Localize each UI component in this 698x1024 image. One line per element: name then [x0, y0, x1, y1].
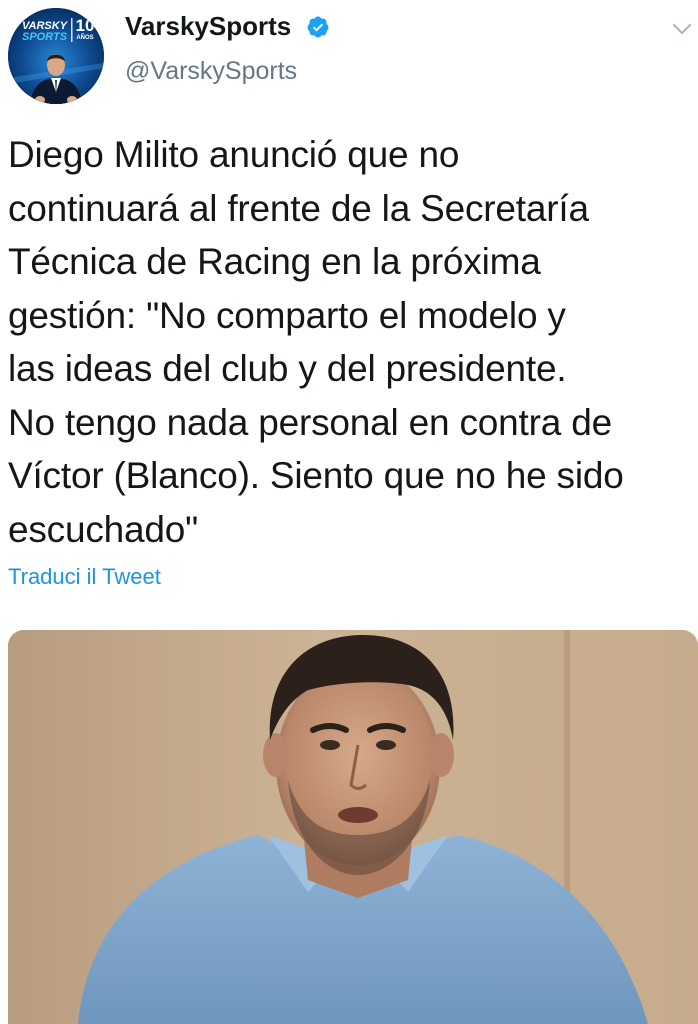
media-photo	[8, 630, 698, 1024]
avatar-logo-sub: AÑOS	[76, 35, 94, 41]
tweet-media[interactable]	[8, 630, 698, 1024]
tweet-text: Diego Milito anunció que no continuará a…	[8, 134, 624, 550]
tweet-header: VARSKY SPORTS 10 AÑOS VarskySports @Vars…	[0, 0, 698, 110]
translate-tweet-link[interactable]: Traduci il Tweet	[8, 564, 161, 590]
verified-badge-icon	[307, 16, 329, 38]
chevron-down-icon[interactable]	[672, 22, 692, 36]
avatar[interactable]: VARSKY SPORTS 10 AÑOS	[8, 8, 104, 104]
avatar-logo-number: 10	[75, 16, 95, 35]
tweet-card: VARSKY SPORTS 10 AÑOS VarskySports @Vars…	[0, 0, 698, 1024]
user-handle[interactable]: @VarskySports	[125, 57, 297, 86]
display-name[interactable]: VarskySports	[125, 11, 291, 42]
